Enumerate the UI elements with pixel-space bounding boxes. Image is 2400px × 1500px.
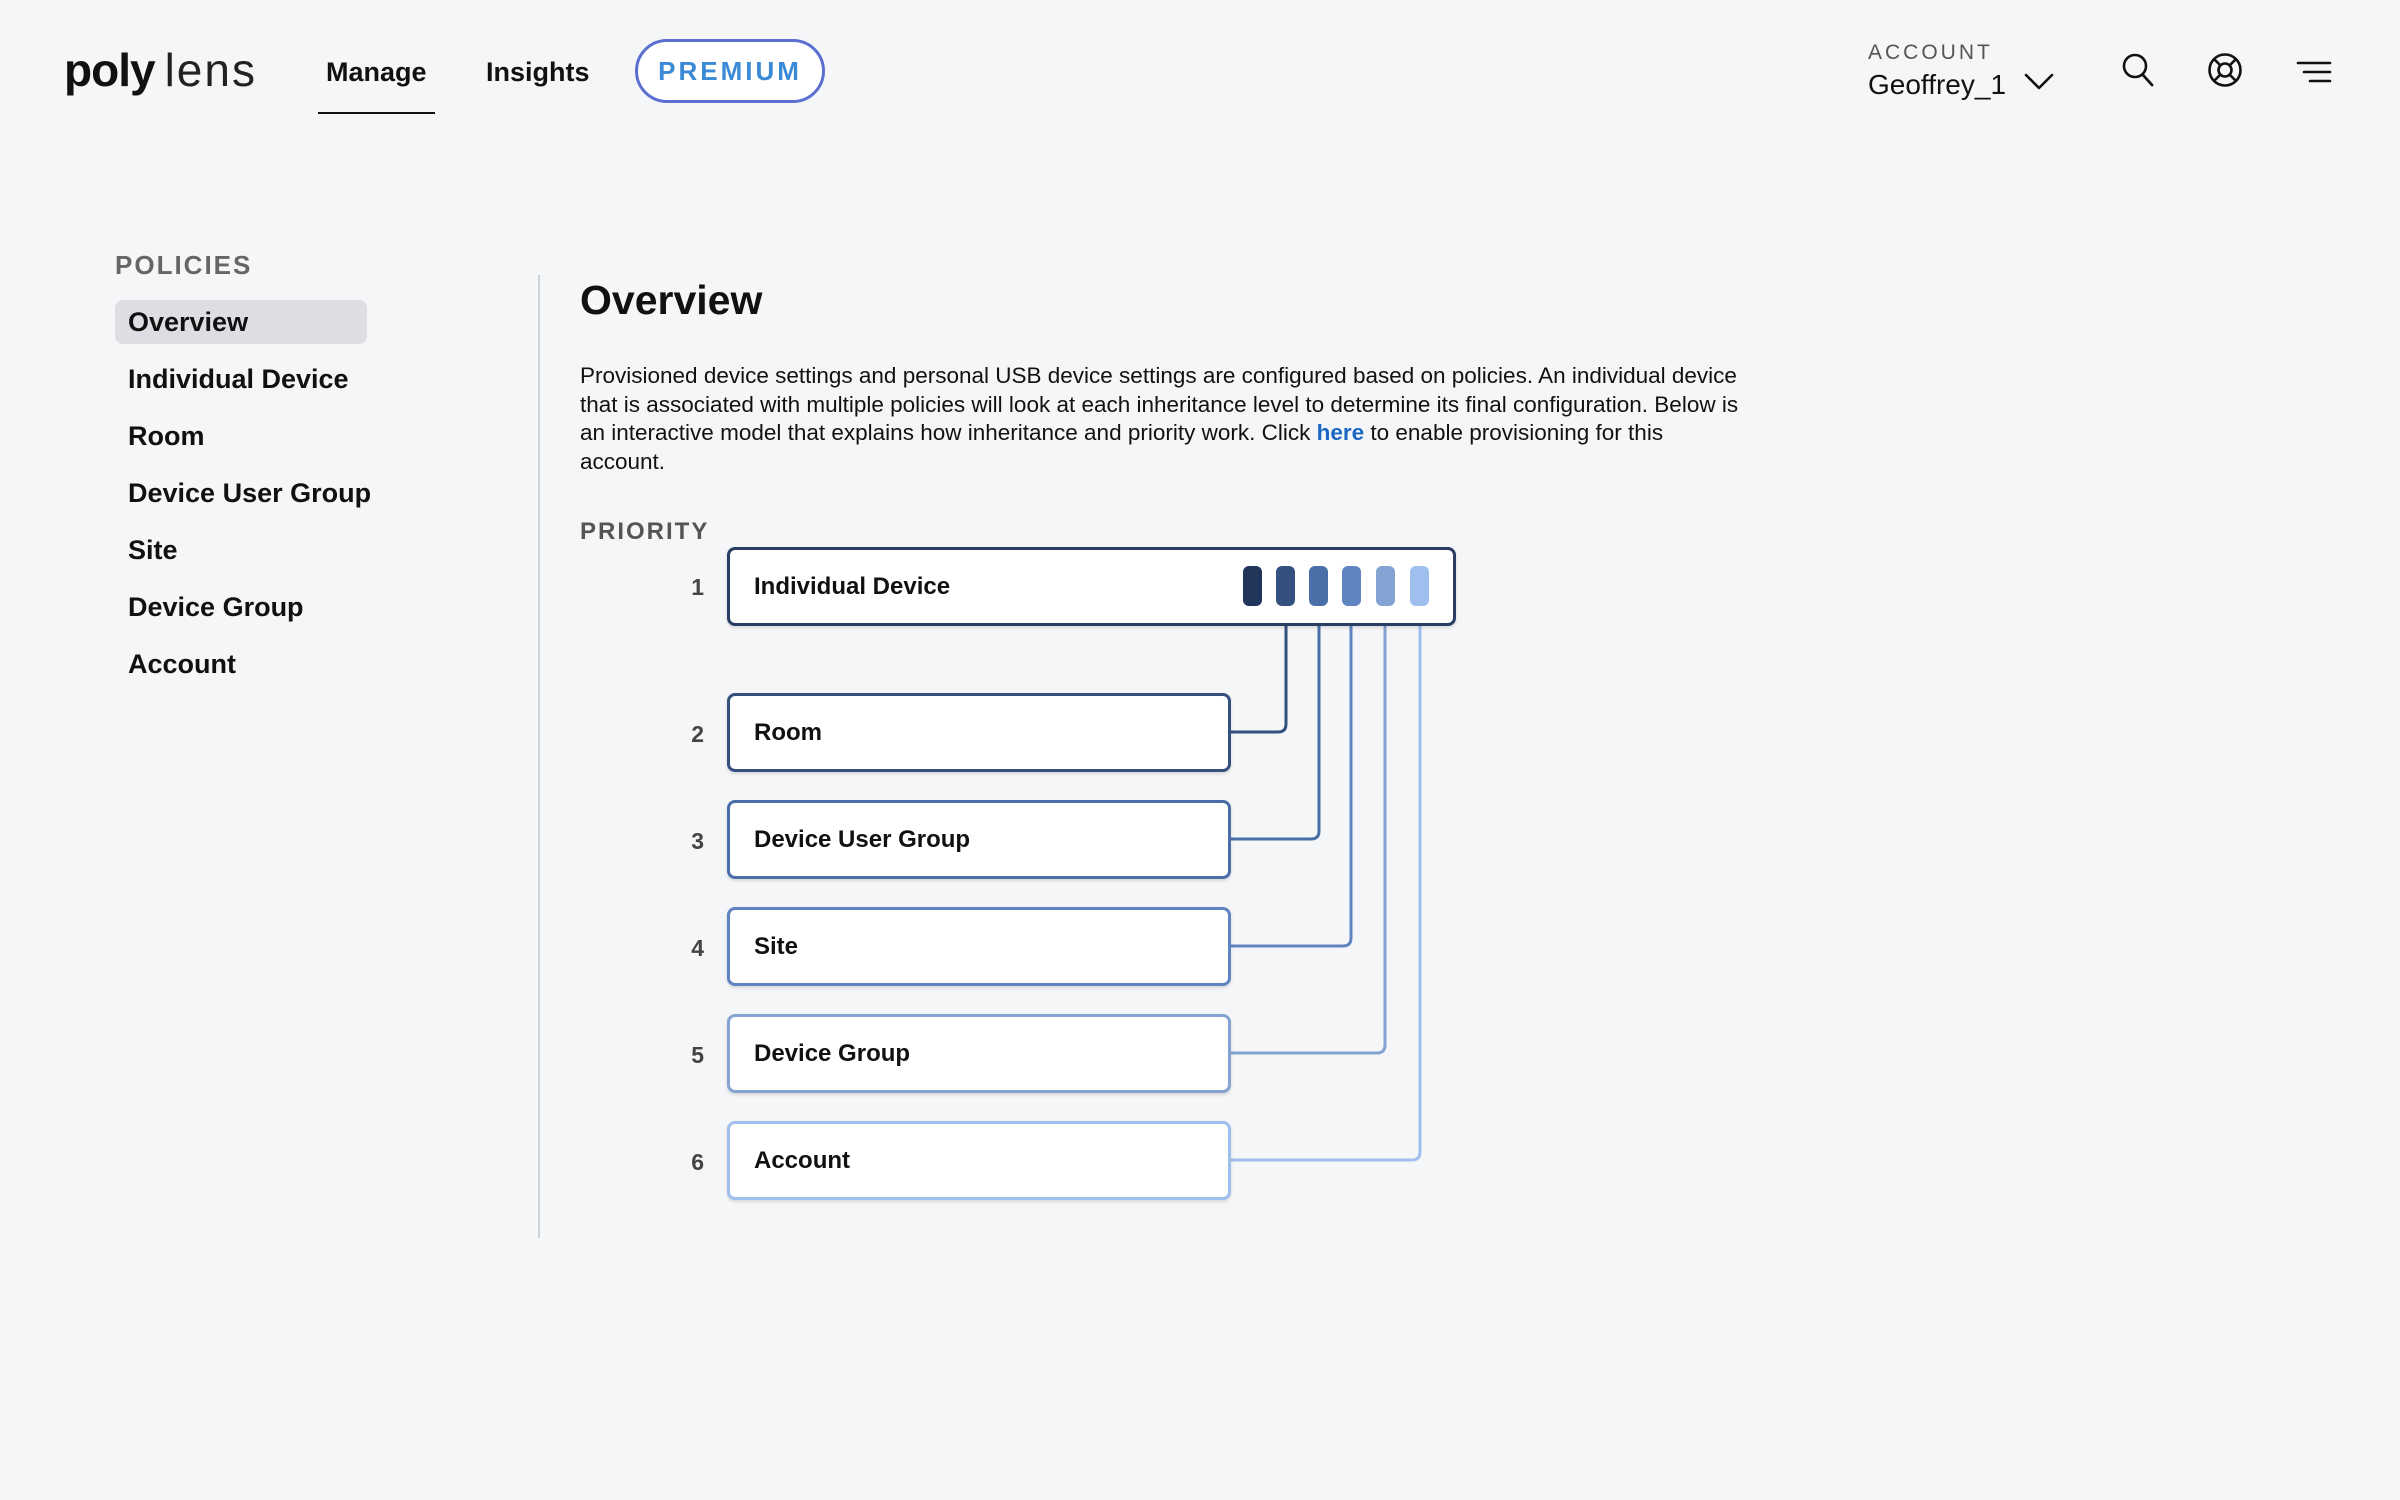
chevron-down-icon[interactable] (2024, 72, 2054, 92)
account-switcher[interactable]: ACCOUNT Geoffrey_1 (1868, 40, 2006, 104)
priority-number: 2 (691, 721, 704, 747)
sidebar-item-device-user-group[interactable]: Device User Group (115, 471, 371, 515)
level-label: Device Group (754, 1039, 911, 1067)
logo-poly: poly (64, 44, 156, 96)
account-caption: ACCOUNT (1868, 41, 1993, 64)
logo-lens: lens (164, 44, 257, 96)
policies-heading: POLICIES (115, 250, 253, 280)
sidebar-item-overview[interactable]: Overview (115, 300, 367, 344)
level-site[interactable]: Site (727, 907, 1231, 986)
connector-device-group (1230, 622, 1387, 1055)
tab-manage[interactable]: Manage (318, 52, 435, 114)
connector-account (1230, 622, 1422, 1162)
tab-insights[interactable]: Insights (486, 52, 590, 92)
sidebar-item-room[interactable]: Room (115, 414, 367, 458)
level-label: Site (754, 932, 799, 960)
top-bar: poly lens Manage Insights PREMIUM ACCOUNT… (0, 0, 2400, 140)
priority-number: 1 (691, 574, 704, 600)
level-account[interactable]: Account (727, 1121, 1231, 1200)
account-name: Geoffrey_1 (1868, 69, 2007, 100)
policies-nav: Overview Individual Device Room Device U… (115, 300, 371, 699)
inheritance-pill (1309, 566, 1328, 606)
priority-number: 6 (691, 1149, 704, 1175)
page-title: Overview (580, 277, 763, 323)
level-room[interactable]: Room (727, 693, 1231, 772)
help-lifebuoy-icon[interactable] (2207, 52, 2243, 88)
level-device-group[interactable]: Device Group (727, 1014, 1231, 1093)
sidebar-item-account[interactable]: Account (115, 642, 367, 686)
connector-site (1230, 622, 1353, 948)
level-device-user-group[interactable]: Device User Group (727, 800, 1231, 879)
inheritance-pill (1342, 566, 1361, 606)
enable-provisioning-link[interactable]: here (1317, 420, 1365, 445)
inheritance-pill (1410, 566, 1429, 606)
connector-room (1230, 622, 1288, 734)
level-label: Account (754, 1146, 850, 1174)
sidebar-divider (538, 275, 540, 1238)
level-label: Device User Group (754, 825, 971, 853)
level-label: Room (754, 718, 822, 746)
search-icon[interactable] (2121, 52, 2155, 88)
overview-description: Provisioned device settings and personal… (580, 362, 1740, 476)
level-label: Individual Device (754, 572, 951, 600)
sidebar-item-individual-device[interactable]: Individual Device (115, 357, 367, 401)
inheritance-pill (1376, 566, 1395, 606)
priority-number: 5 (691, 1042, 704, 1068)
connector-device-user-group (1230, 622, 1321, 841)
premium-button[interactable]: PREMIUM (635, 39, 825, 103)
priority-number: 4 (691, 935, 704, 961)
sidebar-item-device-group[interactable]: Device Group (115, 585, 367, 629)
menu-icon[interactable] (2296, 60, 2332, 84)
inheritance-pill (1276, 566, 1295, 606)
sidebar-item-site[interactable]: Site (115, 528, 367, 572)
poly-lens-logo[interactable]: poly lens (64, 40, 257, 100)
inheritance-pill (1243, 566, 1262, 606)
priority-number: 3 (691, 828, 704, 854)
priority-label: PRIORITY (580, 518, 710, 545)
